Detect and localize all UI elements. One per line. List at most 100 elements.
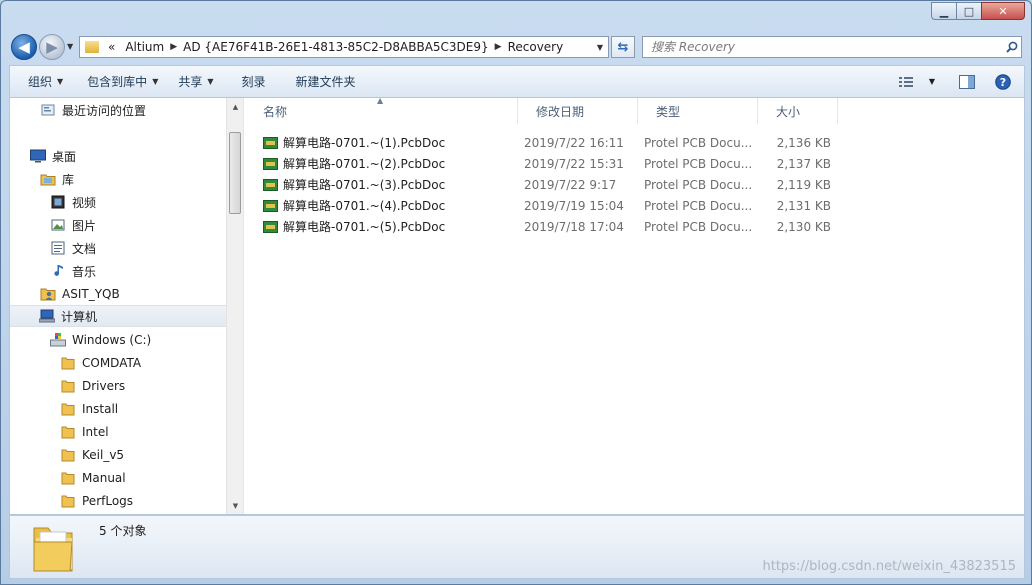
address-dropdown-icon[interactable]: ▼ [592,43,608,52]
file-type: Protel PCB Docu... [644,198,752,213]
search-icon[interactable] [1003,41,1021,53]
column-header-type[interactable]: 类型 [638,98,758,124]
column-header-name[interactable]: 名称 ▲ [245,96,518,124]
file-size: 2,119 KB [776,177,831,192]
sidebar-item-user[interactable]: ASIT_YQB [40,283,120,305]
address-bar[interactable]: « Altium ▶ AD {AE76F41B-26E1-4813-85C2-D… [79,36,609,58]
details-pane: 5 个对象 https://blog.csdn.net/weixin_43823… [9,515,1025,579]
breadcrumb-recovery[interactable]: Recovery [503,40,569,54]
table-row[interactable]: 解算电路-0701.~(4).PcbDoc 2019/7/19 15:04 Pr… [245,195,845,216]
sidebar-item-folder[interactable]: Manual [60,467,126,489]
navigation-scrollbar[interactable]: ▲ ▼ [226,98,243,514]
sidebar-item-label: Windows (C:) [72,333,152,347]
share-menu[interactable]: 共享 ▼ [168,70,223,94]
view-controls: ▼ ? [892,70,1024,94]
column-header-date[interactable]: 修改日期 [518,98,638,124]
file-name-cell: 解算电路-0701.~(3).PcbDoc [263,174,445,195]
forward-arrow-icon: ▶ [46,38,58,56]
recent-pages-dropdown[interactable]: ▼ [67,42,73,51]
watermark-text: https://blog.csdn.net/weixin_43823515 [762,559,1016,574]
breadcrumb-separator-icon[interactable]: ▶ [494,42,503,52]
sidebar-item-music[interactable]: 音乐 [50,260,96,282]
refresh-button[interactable]: ⇆ [611,36,635,58]
column-header-label: 类型 [656,104,681,119]
breadcrumb-ad-folder[interactable]: AD {AE76F41B-26E1-4813-85C2-D8ABBA5C3DE9… [178,40,494,54]
svg-text:?: ? [1000,76,1006,89]
scrollbar-thumb[interactable] [229,132,241,214]
caption-buttons: ▁ □ ✕ [931,2,1025,20]
minimize-button[interactable]: ▁ [931,2,957,20]
sort-ascending-icon: ▲ [377,96,384,105]
table-row[interactable]: 解算电路-0701.~(1).PcbDoc 2019/7/22 16:11 Pr… [245,132,845,153]
preview-pane-button[interactable] [952,70,982,94]
sidebar-item-label: 桌面 [52,149,77,164]
sidebar-item-recent-places[interactable]: 最近访问的位置 [40,99,146,121]
sidebar-item-video[interactable]: 视频 [50,191,96,213]
burn-button[interactable]: 刻录 [232,70,276,94]
search-box[interactable] [642,36,1022,58]
breadcrumb-separator-icon[interactable]: ▶ [169,42,178,52]
view-options-dropdown[interactable]: ▼ [922,70,942,94]
sidebar-item-pictures[interactable]: 图片 [50,214,96,236]
sidebar-item-drive-c[interactable]: Windows (C:) [50,329,151,351]
sidebar-item-folder[interactable]: Drivers [60,375,125,397]
sidebar-item-folder[interactable]: PerfLogs [60,490,133,512]
folder-icon [60,493,76,509]
sidebar-item-library[interactable]: 库 [40,168,74,190]
sidebar-item-folder[interactable]: Install [60,398,118,420]
sidebar-item-label: ASIT_YQB [62,287,120,301]
sidebar-item-computer[interactable]: 计算机 [10,305,226,327]
forward-button[interactable]: ▶ [39,34,65,60]
table-row[interactable]: 解算电路-0701.~(2).PcbDoc 2019/7/22 15:31 Pr… [245,153,845,174]
sidebar-item-label: Drivers [82,379,126,393]
file-type: Protel PCB Docu... [644,177,752,192]
maximize-button[interactable]: □ [956,2,982,20]
navigation-bar: ◀ ▶ ▼ « Altium ▶ AD {AE76F41B-26E1-4813-… [1,31,1031,63]
scroll-down-icon[interactable]: ▼ [227,497,243,514]
back-button[interactable]: ◀ [11,34,37,60]
back-arrow-icon: ◀ [18,38,30,56]
chevron-down-icon: ▼ [57,77,64,86]
help-icon: ? [995,73,1011,90]
file-name: 解算电路-0701.~(1).PcbDoc [283,136,446,150]
help-button[interactable]: ? [988,70,1018,94]
pcb-file-icon [263,136,278,149]
chevron-down-icon: ▼ [152,77,159,86]
chevron-down-icon: ▼ [67,42,74,51]
table-row[interactable]: 解算电路-0701.~(5).PcbDoc 2019/7/18 17:04 Pr… [245,216,845,237]
sidebar-item-folder[interactable]: Keil_v5 [60,444,124,466]
sidebar-item-label: 音乐 [72,264,97,279]
new-folder-label: 新建文件夹 [295,75,356,89]
breadcrumb-altium[interactable]: Altium [120,40,169,54]
sidebar-item-label: 最近访问的位置 [62,103,147,118]
breadcrumb-overflow[interactable]: « [103,40,120,54]
pcb-file-icon [263,199,278,212]
recent-places-icon [40,102,56,118]
organize-menu[interactable]: 组织 ▼ [18,70,73,94]
desktop-icon [30,148,46,164]
file-name: 解算电路-0701.~(2).PcbDoc [283,157,446,171]
file-name: 解算电路-0701.~(3).PcbDoc [283,178,446,192]
sidebar-item-folder[interactable]: COMDATA [60,352,141,374]
column-header-label: 修改日期 [536,104,585,119]
folder-icon [60,447,76,463]
sidebar-item-desktop[interactable]: 桌面 [30,145,76,167]
refresh-icon: ⇆ [617,39,629,55]
close-button[interactable]: ✕ [981,2,1025,20]
user-icon [40,286,56,302]
sidebar-item-folder[interactable]: Intel [60,421,109,443]
close-icon: ✕ [998,4,1008,18]
file-date: 2019/7/19 15:04 [524,198,624,213]
scroll-up-icon[interactable]: ▲ [227,98,243,115]
library-icon [40,171,56,187]
search-input[interactable] [643,38,1003,56]
include-in-library-menu[interactable]: 包含到库中 ▼ [77,70,168,94]
sidebar-item-label: 图片 [72,218,97,233]
column-header-size[interactable]: 大小 [758,98,838,124]
sidebar-item-documents[interactable]: 文档 [50,237,96,259]
file-size: 2,137 KB [776,156,831,171]
table-row[interactable]: 解算电路-0701.~(3).PcbDoc 2019/7/22 9:17 Pro… [245,174,845,195]
view-options-button[interactable] [892,70,922,94]
new-folder-button[interactable]: 新建文件夹 [286,70,366,94]
folder-icon [33,527,73,572]
